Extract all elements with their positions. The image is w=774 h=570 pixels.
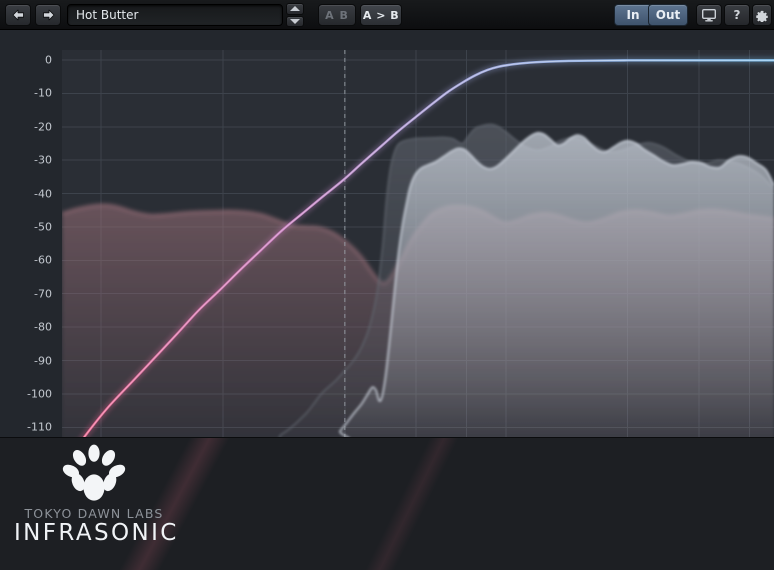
company-name: TOKYO DAWN LABS: [24, 506, 164, 521]
preset-spinner: [286, 3, 304, 27]
product-name: INFRASONIC: [14, 520, 179, 546]
triangle-up-icon: [290, 6, 300, 12]
y-axis-tick: -30: [34, 153, 52, 167]
y-axis-tick: -10: [34, 86, 52, 100]
ab-compare-button[interactable]: A B: [318, 4, 356, 26]
arrow-left-icon: [12, 9, 24, 21]
plot-area[interactable]: [62, 50, 774, 437]
header-bar: Hot Butter A B A > B In Out ?: [0, 0, 774, 30]
spectrum-graph[interactable]: 0-10-20-30-40-50-60-70-80-90-100-110 510…: [0, 30, 774, 437]
prev-preset-button[interactable]: [5, 4, 31, 26]
help-label: ?: [733, 8, 741, 22]
display-settings-button[interactable]: [696, 4, 722, 26]
help-button[interactable]: ?: [724, 4, 750, 26]
input-toggle-label: In: [626, 8, 640, 22]
control-panel: TOKYO DAWN LABS INFRASONIC Freq40.0 Hz S…: [0, 437, 774, 570]
settings-button[interactable]: [752, 4, 772, 26]
plot-canvas: [62, 50, 774, 437]
logo: [14, 444, 174, 502]
gear-icon: [756, 10, 768, 22]
monitor-icon: [702, 8, 716, 21]
brand-block: TOKYO DAWN LABS INFRASONIC: [14, 444, 179, 546]
y-axis-tick: -100: [27, 387, 52, 401]
y-axis-tick: -90: [34, 354, 52, 368]
y-axis-tick: -20: [34, 120, 52, 134]
panel-glow-decoration-2: [240, 438, 580, 570]
y-axis-tick: -60: [34, 253, 52, 267]
output-toggle-label: Out: [655, 8, 681, 22]
ab-copy-button[interactable]: A > B: [360, 4, 402, 26]
y-axis-tick: -80: [34, 320, 52, 334]
preset-name-text: Hot Butter: [76, 8, 139, 22]
triangle-down-icon: [290, 18, 300, 24]
next-preset-button[interactable]: [35, 4, 61, 26]
y-axis-tick: 0: [45, 53, 52, 67]
output-toggle-button[interactable]: Out: [648, 4, 688, 26]
y-axis-tick: -50: [34, 220, 52, 234]
plugin-window: Hot Butter A B A > B In Out ? 0 -10 -20 …: [0, 0, 774, 570]
y-axis-tick: -70: [34, 287, 52, 301]
y-axis-labels: 0 -10 -20 -30 -40 -50 -60 -70 -80 -90 -100 -110: [0, 50, 58, 437]
arrow-right-icon: [42, 9, 54, 21]
sakura-flower-logo: [62, 444, 126, 501]
input-toggle-button[interactable]: In: [614, 4, 652, 26]
preset-spin-down-button[interactable]: [286, 15, 304, 27]
preset-name-field[interactable]: Hot Butter: [67, 4, 283, 26]
preset-spin-up-button[interactable]: [286, 3, 304, 15]
ab-compare-label: A B: [325, 8, 349, 22]
ab-copy-label: A > B: [362, 8, 400, 22]
y-axis-tick: -40: [34, 187, 52, 201]
y-axis-tick: -110: [27, 420, 52, 434]
